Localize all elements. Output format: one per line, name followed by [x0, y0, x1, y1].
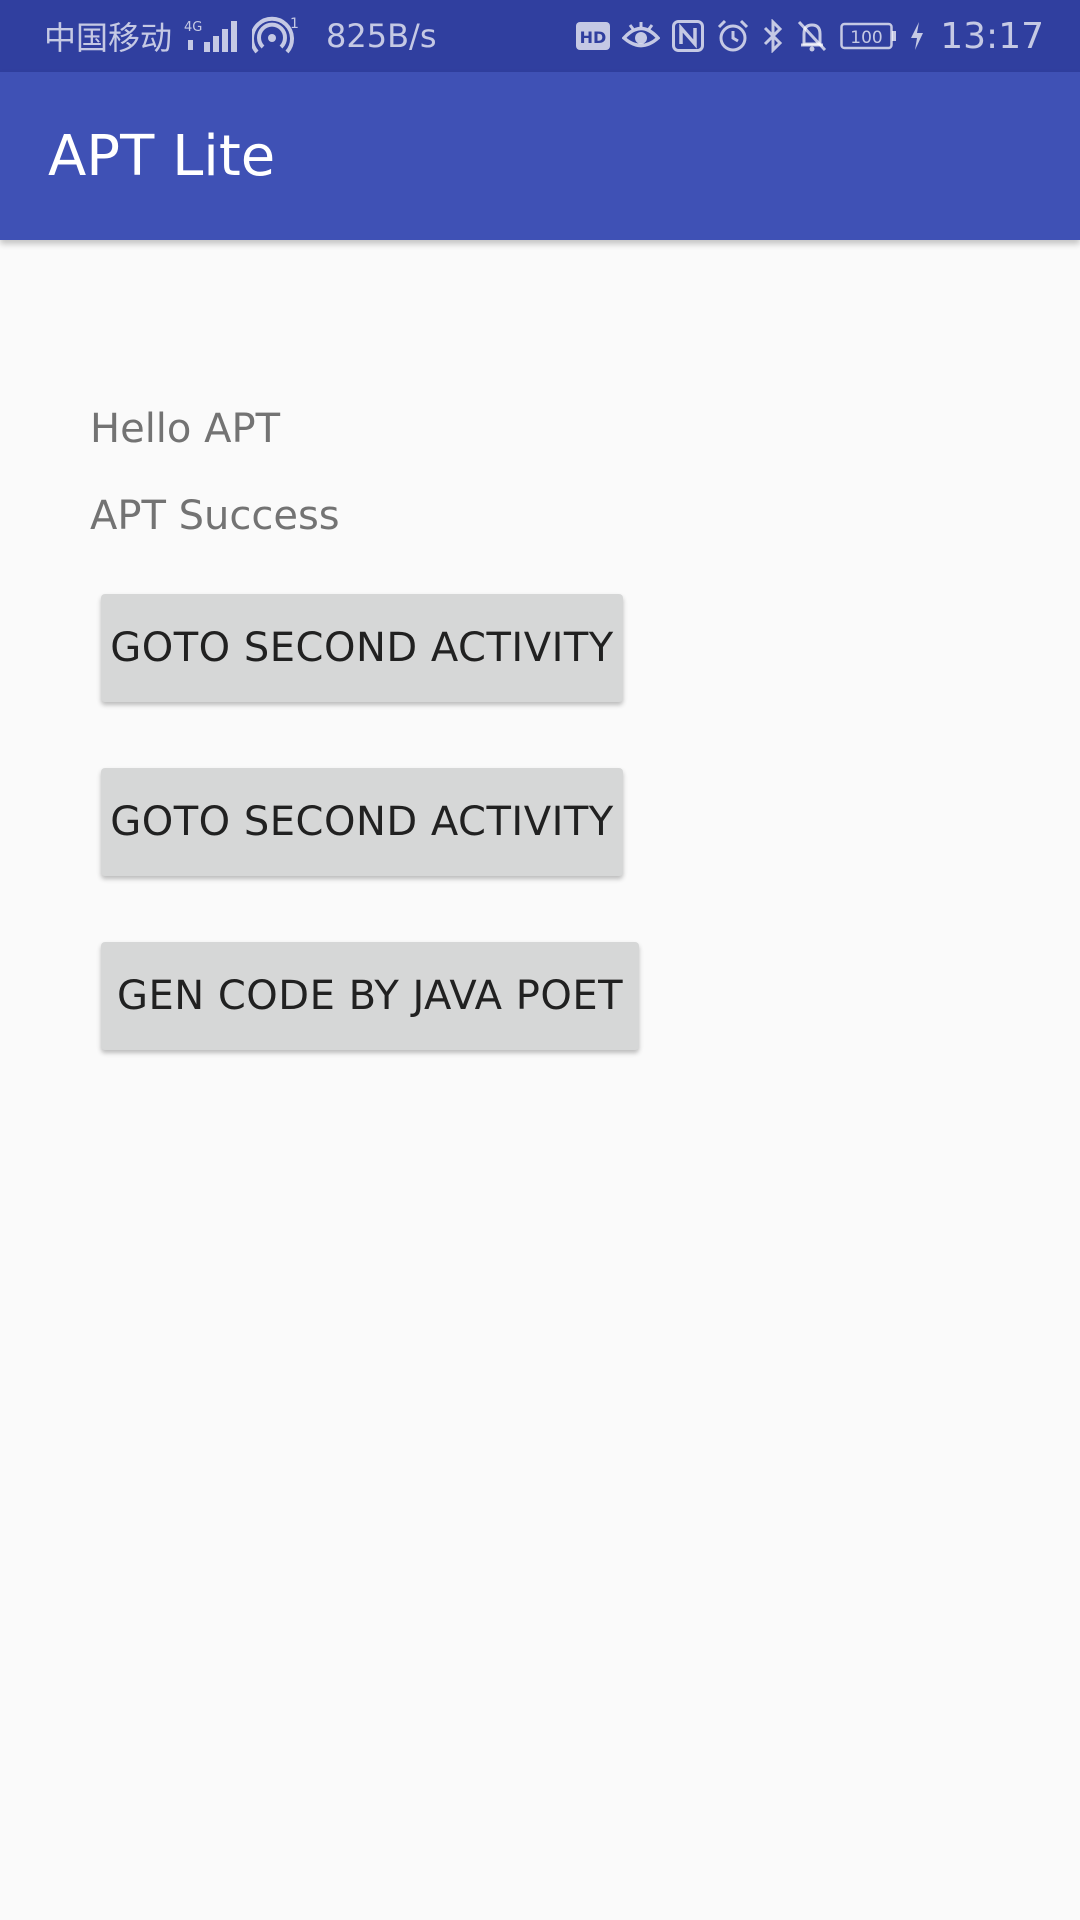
app-bar: APT Lite: [0, 72, 1080, 240]
alarm-icon: [716, 16, 750, 56]
carrier-label: 中国移动: [44, 19, 173, 57]
battery-level: 100: [851, 28, 883, 48]
status-bar-right: HD 100 13:17: [576, 0, 1044, 72]
gen-code-java-poet-button[interactable]: GEN CODE BY JAVA POET: [101, 942, 639, 1050]
status-bar-left: 中国移动 4G 1 825B/s: [44, 0, 437, 72]
goto-second-activity-button[interactable]: GOTO SECOND ACTIVITY: [101, 594, 623, 702]
hd-icon: HD: [576, 16, 611, 56]
eye-icon: [622, 16, 661, 56]
network-type-label: 4G: [184, 20, 202, 35]
signal-icon: 4G: [184, 16, 240, 56]
nfc-icon: [672, 16, 705, 56]
charging-icon: [910, 16, 924, 56]
mute-bell-icon: [796, 16, 828, 56]
goto-second-activity-button-2[interactable]: GOTO SECOND ACTIVITY: [101, 768, 623, 876]
hotspot-badge: 1: [290, 16, 299, 32]
clock: 13:17: [940, 15, 1044, 57]
battery-icon: 100: [840, 16, 898, 56]
status-bar: 中国移动 4G 1 825B/s HD 100 13:17: [0, 0, 1080, 72]
success-text: APT Success: [90, 493, 340, 539]
hotspot-icon: 1: [252, 16, 300, 56]
hello-text: Hello APT: [90, 406, 281, 452]
bluetooth-icon: [762, 16, 784, 56]
hd-label: HD: [580, 28, 607, 47]
app-title: APT Lite: [48, 123, 276, 189]
network-speed: 825B/s: [326, 17, 437, 55]
